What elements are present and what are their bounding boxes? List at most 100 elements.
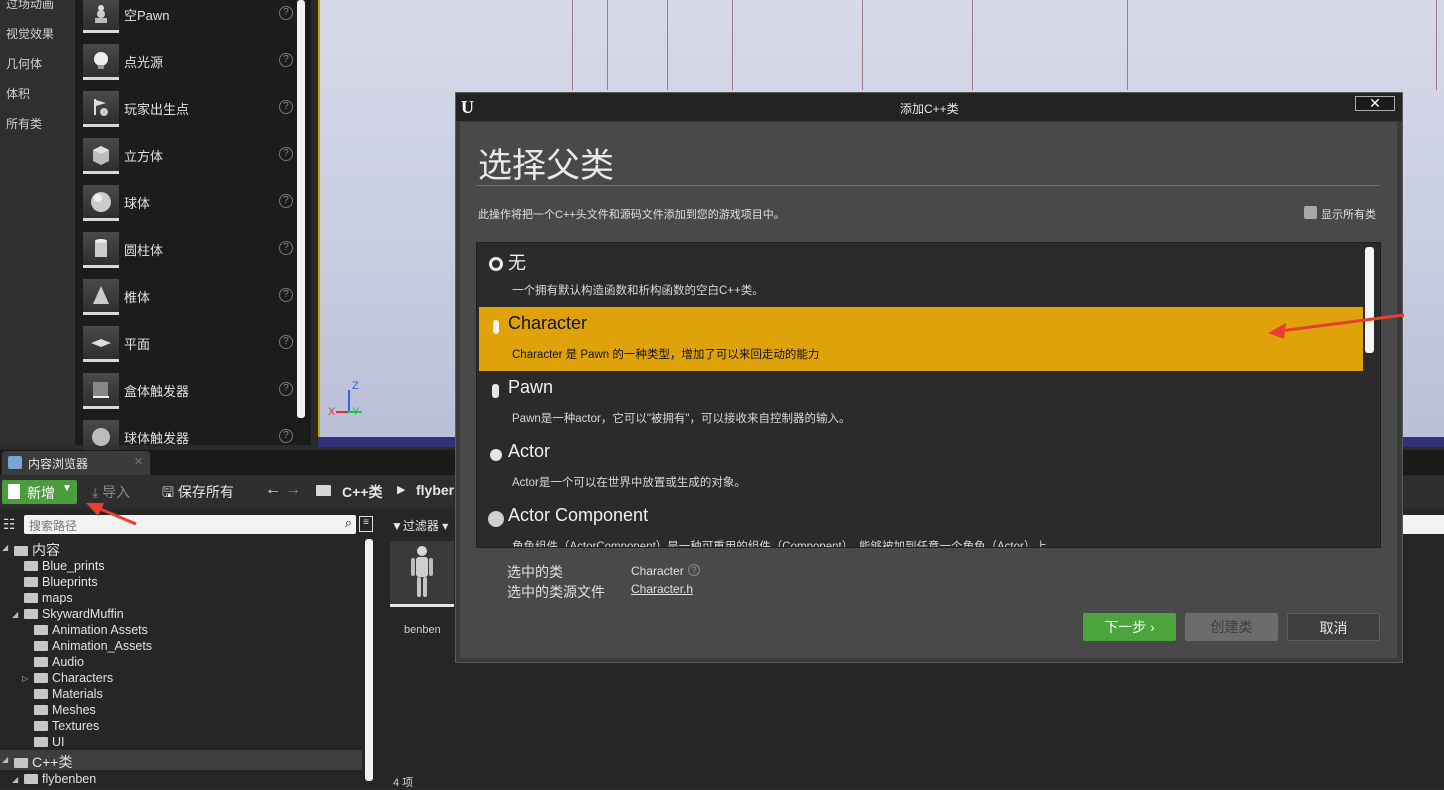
dialog-titlebar[interactable]: U 添加C++类 xyxy=(456,93,1402,121)
actor-icon xyxy=(490,449,502,461)
help-icon[interactable]: ? xyxy=(279,241,293,255)
place-item[interactable]: 空Pawn ? xyxy=(81,0,299,39)
tree-scrollbar[interactable] xyxy=(365,539,373,781)
tree-item-folder[interactable]: Blueprints xyxy=(24,575,98,589)
tree-item-folder[interactable]: ◢ flybenben xyxy=(12,772,96,786)
close-button[interactable]: ✕ xyxy=(1355,96,1395,111)
place-item[interactable]: 盒体触发器 ? xyxy=(81,371,299,415)
category-item[interactable]: 过场动画 xyxy=(6,0,54,12)
scene-line xyxy=(972,0,973,90)
scene-line xyxy=(1436,0,1437,90)
tree-item-folder[interactable]: Animation_Assets xyxy=(34,639,152,653)
category-item[interactable]: 几何体 xyxy=(6,55,42,72)
close-tab-icon[interactable]: ✕ xyxy=(134,455,143,468)
tree-item-folder[interactable]: Textures xyxy=(34,719,99,733)
place-item[interactable]: 平面 ? xyxy=(81,324,299,368)
forward-arrow-icon[interactable]: → xyxy=(285,481,301,499)
search-icon[interactable]: ⌕ xyxy=(345,515,352,531)
place-list-scrollbar[interactable] xyxy=(297,0,305,418)
tree-item-cpp[interactable]: ◢ C++类 xyxy=(2,752,72,772)
help-icon[interactable]: ? xyxy=(279,194,293,208)
filter-button[interactable]: ▼过滤器 ▾ xyxy=(387,515,453,534)
cancel-button[interactable]: 取消 xyxy=(1287,613,1380,641)
scene-line xyxy=(607,0,608,90)
selected-class-value: Character xyxy=(631,564,684,578)
cylinder-icon xyxy=(83,232,119,268)
breadcrumb-cpp[interactable]: C++类 xyxy=(342,482,382,502)
place-item[interactable]: 立方体 ? xyxy=(81,136,299,180)
tree-item-folder[interactable]: UI xyxy=(34,735,65,749)
help-icon[interactable]: ? xyxy=(279,6,293,20)
tree-item-folder[interactable]: Meshes xyxy=(34,703,96,717)
breadcrumb-flyber[interactable]: flyber xyxy=(416,482,454,498)
place-item[interactable]: 玩家出生点 ? xyxy=(81,89,299,133)
asset-name: benben xyxy=(404,624,441,636)
annotation-arrow xyxy=(1268,313,1406,343)
help-icon[interactable]: ? xyxy=(279,335,293,349)
help-icon[interactable]: ? xyxy=(279,53,293,67)
dialog-title: 添加C++类 xyxy=(900,102,959,116)
tree-item-folder[interactable]: Audio xyxy=(34,655,84,669)
selected-class-label: 选中的类 xyxy=(507,564,563,580)
dialog-description: 此操作将把一个C++头文件和源码文件添加到您的游戏项目中。 xyxy=(478,209,785,221)
unreal-logo-icon: U xyxy=(461,97,474,117)
plane-icon xyxy=(83,326,119,362)
place-item[interactable]: 点光源 ? xyxy=(81,42,299,86)
tree-item-folder[interactable]: Blue_prints xyxy=(24,559,105,573)
class-option-none[interactable]: 无 一个拥有默认构造函数和析构函数的空白C++类。 xyxy=(479,243,1363,307)
light-bulb-icon xyxy=(83,44,119,80)
asset-tile[interactable] xyxy=(390,541,454,607)
view-options-icon[interactable]: ≡ xyxy=(359,516,373,532)
path-search-input[interactable]: 搜索路径 ⌕ xyxy=(24,515,356,534)
category-panel: 过场动画 视觉效果 几何体 体积 所有类 xyxy=(0,0,75,445)
help-icon[interactable]: ? xyxy=(279,382,293,396)
cone-icon xyxy=(83,279,119,315)
tree-item-folder[interactable]: Materials xyxy=(34,687,103,701)
checkbox-box[interactable] xyxy=(1304,206,1317,219)
pawn-icon xyxy=(83,0,119,33)
scene-line xyxy=(732,0,733,90)
place-item[interactable]: 球体 ? xyxy=(81,183,299,227)
axis-x-label: X xyxy=(328,406,336,418)
tree-item-folder[interactable]: ▷ Characters xyxy=(22,671,113,685)
tree-item-folder[interactable]: maps xyxy=(24,591,73,605)
help-icon[interactable]: ? xyxy=(279,100,293,114)
tree-item-folder[interactable]: Animation Assets xyxy=(34,623,148,637)
next-button[interactable]: 下一步 › xyxy=(1083,613,1176,641)
help-icon[interactable]: ? xyxy=(279,288,293,302)
sources-toggle-icon[interactable]: ☷ xyxy=(3,516,16,533)
tree-item-folder[interactable]: ◢ SkywardMuffin xyxy=(12,607,124,621)
class-option-actor-component[interactable]: Actor Component 角色组件（ActorComponent）是一种可… xyxy=(479,499,1363,547)
box-trigger-icon xyxy=(83,373,119,409)
new-file-icon xyxy=(8,484,20,499)
selected-source-link[interactable]: Character.h xyxy=(631,582,693,596)
back-arrow-icon[interactable]: ← xyxy=(265,481,281,499)
place-item[interactable]: 圆柱体 ? xyxy=(81,230,299,274)
breadcrumb-separator-icon: ▶ xyxy=(397,484,406,496)
class-option-actor[interactable]: Actor Actor是一个可以在世界中放置或生成的对象。 xyxy=(479,435,1363,499)
sphere-icon xyxy=(83,185,119,221)
category-item[interactable]: 视觉效果 xyxy=(6,25,54,42)
create-class-button[interactable]: 创建类 xyxy=(1185,613,1278,641)
tree-item-content[interactable]: ◢ 内容 xyxy=(2,540,60,560)
scene-line xyxy=(667,0,668,90)
tab-content-browser[interactable]: 内容浏览器 ✕ xyxy=(2,451,150,475)
import-button[interactable]: ⤓ 导入 xyxy=(92,482,130,502)
pawn-icon xyxy=(492,384,499,398)
help-icon[interactable]: ? xyxy=(688,564,700,576)
category-item[interactable]: 体积 xyxy=(6,85,30,102)
class-option-character[interactable]: Character Character 是 Pawn 的一种类型，增加了可以来回… xyxy=(479,307,1363,371)
axis-z-label: Z xyxy=(352,380,359,392)
folder-tree: ◢ 内容 Blue_prints Blueprints maps ◢ Skyward… xyxy=(0,538,362,788)
save-all-button[interactable]: 🖫 保存所有 xyxy=(162,482,234,506)
scene-line xyxy=(1127,0,1128,90)
add-new-button[interactable]: 新增 ▼ xyxy=(2,480,77,504)
help-icon[interactable]: ? xyxy=(279,429,293,443)
place-item[interactable]: 椎体 ? xyxy=(81,277,299,321)
help-icon[interactable]: ? xyxy=(279,147,293,161)
category-item[interactable]: 所有类 xyxy=(6,115,42,132)
class-option-pawn[interactable]: Pawn Pawn是一种actor，它可以"被拥有"，可以接收来自控制器的输入。 xyxy=(479,371,1363,435)
content-browser-icon xyxy=(8,456,22,469)
chevron-down-icon: ▼ xyxy=(62,483,72,494)
folder-icon xyxy=(316,485,331,496)
